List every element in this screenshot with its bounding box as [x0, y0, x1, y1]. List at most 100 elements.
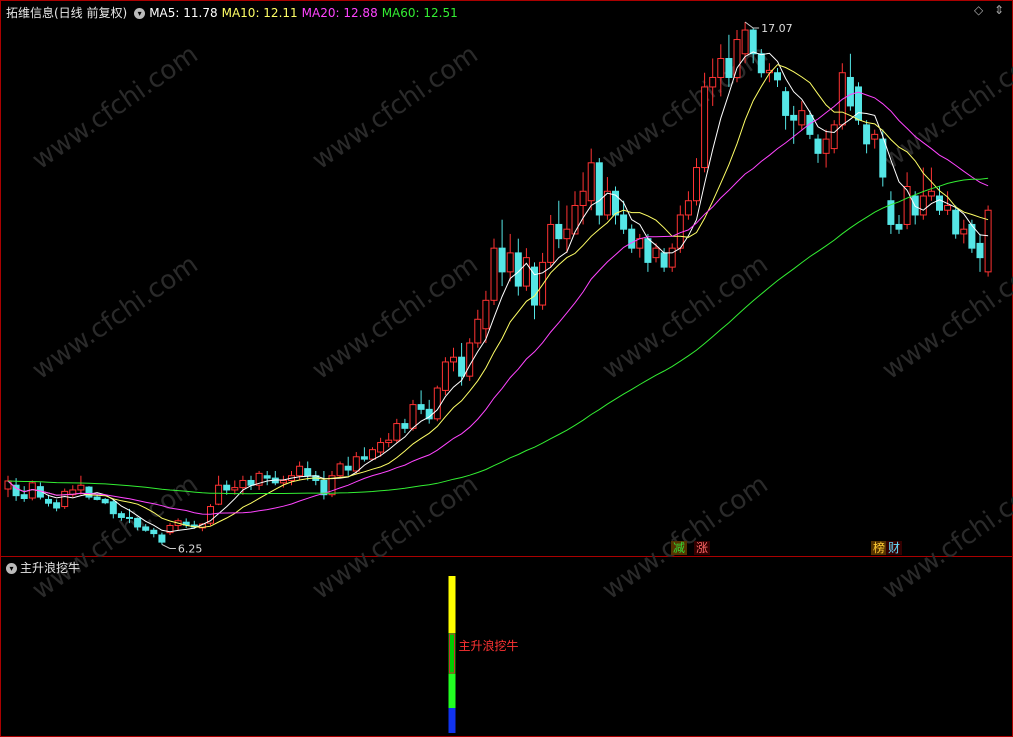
high-price-label: 17.07	[761, 22, 793, 35]
watermark: www.cfchi.com	[307, 39, 484, 175]
signal-badge-zhang: 涨	[694, 541, 711, 555]
candle	[474, 318, 482, 344]
candle	[506, 252, 514, 273]
candle	[757, 53, 765, 74]
candle	[903, 186, 911, 225]
candle	[498, 247, 506, 273]
candle	[741, 29, 749, 55]
candle	[247, 479, 255, 486]
candle	[571, 204, 579, 235]
candle	[360, 456, 368, 460]
candle	[20, 494, 28, 499]
ma60-value: MA60: 12.51	[381, 6, 458, 20]
candle	[45, 498, 52, 504]
watermark: www.cfchi.com	[597, 249, 774, 385]
chevron-down-icon[interactable]: ▾	[6, 563, 17, 574]
candle	[223, 484, 231, 491]
kline-chart[interactable]: www.cfchi.com www.cfchi.com www.cfchi.com w…	[0, 0, 1013, 737]
candle	[879, 138, 887, 178]
ma60-line	[7, 177, 989, 495]
candle	[952, 209, 960, 235]
candle	[871, 133, 879, 140]
low-price-label: 6.25	[178, 542, 203, 555]
candle	[830, 124, 838, 150]
arrows-icon[interactable]: ⇕	[994, 3, 1004, 17]
candle	[279, 479, 287, 484]
sub-panel-header: ▾ 主升浪挖牛	[6, 559, 80, 576]
candle	[936, 195, 943, 211]
watermark: www.cfchi.com	[27, 39, 204, 175]
candle	[134, 517, 142, 528]
candle	[215, 484, 223, 505]
candle	[4, 480, 12, 490]
chevron-down-icon[interactable]: ▾	[134, 8, 146, 19]
candle	[555, 223, 563, 240]
watermark: www.cfchi.com	[877, 39, 1013, 175]
signal-badge-bang: 榜	[871, 541, 888, 555]
candle	[822, 138, 830, 154]
candle	[490, 247, 498, 301]
candle	[960, 228, 968, 235]
candle	[790, 114, 798, 121]
candle	[296, 465, 304, 477]
candle	[85, 486, 93, 498]
candle	[579, 190, 587, 206]
candle	[774, 72, 781, 81]
signal-bar-lime	[448, 674, 456, 708]
candle	[231, 487, 239, 491]
candle	[684, 200, 692, 216]
ma20-value: MA20: 12.88	[301, 6, 378, 20]
candle	[393, 423, 401, 441]
candle	[709, 76, 717, 88]
sub-panel-title: 主升浪挖牛	[20, 561, 81, 575]
candle	[976, 242, 984, 259]
ma10-value: MA10: 12.11	[221, 6, 298, 20]
watermark: www.cfchi.com	[597, 39, 774, 175]
stock-title: 拓维信息(日线 前复权)	[6, 6, 128, 20]
candle	[814, 138, 822, 154]
candle	[644, 238, 652, 263]
candle	[304, 468, 312, 477]
candle	[385, 439, 393, 444]
candle	[482, 299, 490, 330]
candle	[239, 479, 247, 489]
candle	[846, 76, 854, 107]
candle	[450, 356, 457, 363]
candle	[101, 498, 109, 504]
candle	[150, 529, 158, 535]
watermark: www.cfchi.com	[27, 249, 204, 385]
diamond-icon[interactable]: ◇	[974, 3, 983, 17]
candle	[919, 195, 927, 216]
candle	[944, 204, 952, 211]
candle	[660, 252, 668, 268]
candle	[725, 58, 733, 78]
candle	[668, 247, 676, 268]
high-marker	[744, 21, 760, 29]
signal-bar-blue	[448, 708, 456, 733]
watermark: www.cfchi.com	[597, 469, 774, 605]
candle	[263, 475, 271, 479]
candle	[798, 110, 806, 126]
candle	[377, 442, 385, 453]
candle	[539, 261, 547, 306]
candle	[336, 463, 344, 477]
candle	[620, 214, 628, 230]
candle	[628, 228, 636, 249]
candle	[441, 361, 449, 391]
candle	[77, 484, 85, 491]
candle	[733, 39, 741, 78]
candle	[117, 513, 125, 518]
ma5-value: MA5: 11.78	[149, 6, 218, 20]
candle	[531, 266, 538, 306]
candle	[158, 534, 166, 543]
candle	[53, 502, 61, 509]
candle	[458, 356, 466, 377]
candle	[701, 86, 709, 169]
candle	[595, 162, 603, 216]
candle	[344, 465, 352, 471]
candle	[109, 501, 117, 515]
candle	[142, 526, 150, 531]
candle	[433, 387, 441, 420]
candle	[863, 124, 871, 145]
candle	[693, 167, 700, 202]
